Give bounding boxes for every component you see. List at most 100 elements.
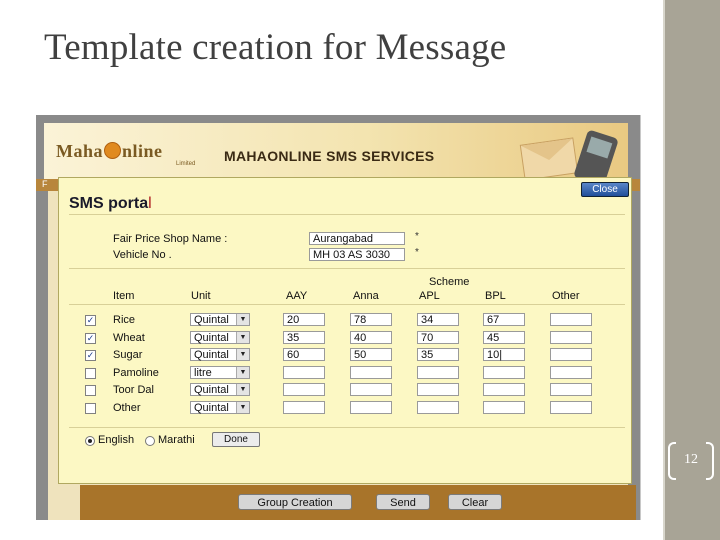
qty-aay-field[interactable]: 35 xyxy=(283,331,325,344)
chevron-down-icon: ▼ xyxy=(236,384,249,395)
qty-anna-field[interactable]: 50 xyxy=(350,348,392,361)
qty-bpl-field[interactable]: 10| xyxy=(483,348,525,361)
row-checkbox[interactable] xyxy=(85,368,96,379)
qty-bpl-field[interactable]: 45 xyxy=(483,331,525,344)
qty-apl-field[interactable]: 35 xyxy=(417,348,459,361)
english-radio[interactable] xyxy=(85,436,95,446)
qty-aay-field[interactable]: 60 xyxy=(283,348,325,361)
close-button[interactable]: Close xyxy=(581,182,629,197)
chevron-down-icon: ▼ xyxy=(236,402,249,413)
qty-bpl-field[interactable]: 67 xyxy=(483,313,525,326)
app-logo: Maha nline xyxy=(56,141,163,161)
vehicle-no-field[interactable]: MH 03 AS 3030 xyxy=(309,248,405,261)
item-name: Other xyxy=(113,402,141,414)
unit-value: Quintal xyxy=(194,349,229,361)
english-label: English xyxy=(98,434,135,446)
col-apl: APL xyxy=(419,290,440,302)
qty-apl-field[interactable]: 34 xyxy=(417,313,459,326)
qty-bpl-field[interactable] xyxy=(483,366,525,379)
title-divider xyxy=(69,214,625,215)
qty-anna-field[interactable] xyxy=(350,401,392,414)
unit-value: Quintal xyxy=(194,314,229,326)
group-creation-button[interactable]: Group Creation xyxy=(238,494,352,510)
col-unit: Unit xyxy=(191,290,211,302)
banner-title: MAHAONLINE SMS SERVICES xyxy=(224,148,435,164)
slide-number-box: 12 xyxy=(666,442,716,480)
unit-select[interactable]: Quintal ▼ xyxy=(190,313,250,326)
header-divider xyxy=(69,304,625,305)
item-name: Wheat xyxy=(113,332,145,344)
chevron-down-icon: ▼ xyxy=(236,314,249,325)
envelope-icon xyxy=(519,137,579,181)
qty-other-field[interactable] xyxy=(550,331,592,344)
item-name: Toor Dal xyxy=(113,384,154,396)
item-name: Rice xyxy=(113,314,136,326)
qty-anna-field[interactable]: 40 xyxy=(350,331,392,344)
unit-select[interactable]: Quintal ▼ xyxy=(190,383,250,396)
chevron-down-icon: ▼ xyxy=(236,349,249,360)
marathi-radio[interactable] xyxy=(145,436,155,446)
marathi-label: Marathi xyxy=(158,434,195,446)
done-button[interactable]: Done xyxy=(212,432,260,447)
send-button[interactable]: Send xyxy=(376,494,430,510)
chevron-down-icon: ▼ xyxy=(236,332,249,343)
unit-select[interactable]: Quintal ▼ xyxy=(190,331,250,344)
unit-select[interactable]: litre ▼ xyxy=(190,366,250,379)
unit-value: litre xyxy=(194,367,212,379)
qty-aay-field[interactable]: 20 xyxy=(283,313,325,326)
qty-other-field[interactable] xyxy=(550,313,592,326)
unit-select[interactable]: Quintal ▼ xyxy=(190,401,250,414)
chevron-down-icon: ▼ xyxy=(236,367,249,378)
qty-bpl-field[interactable] xyxy=(483,383,525,396)
item-name: Sugar xyxy=(113,349,143,361)
unit-value: Quintal xyxy=(194,384,229,396)
row-checkbox[interactable] xyxy=(85,385,96,396)
col-anna: Anna xyxy=(353,290,379,302)
col-other: Other xyxy=(552,290,580,302)
nav-letter: F xyxy=(42,179,48,189)
sms-portal-dialog: Close SMS portal Fair Price Shop Name : … xyxy=(58,177,632,484)
qty-aay-field[interactable] xyxy=(283,401,325,414)
section-divider xyxy=(69,268,625,269)
row-checkbox[interactable]: ✓ xyxy=(85,315,96,326)
slide-number: 12 xyxy=(684,452,698,467)
qty-other-field[interactable] xyxy=(550,348,592,361)
unit-select[interactable]: Quintal ▼ xyxy=(190,348,250,361)
logo-subtitle: Limited xyxy=(176,161,196,167)
required-mark: * xyxy=(415,247,419,258)
unit-value: Quintal xyxy=(194,332,229,344)
logo-sun-icon xyxy=(104,142,121,159)
qty-anna-field[interactable]: 78 xyxy=(350,313,392,326)
embedded-screenshot: Maha nline Limited MAHAONLINE SMS SERVICE… xyxy=(36,115,640,520)
qty-bpl-field[interactable] xyxy=(483,401,525,414)
qty-other-field[interactable] xyxy=(550,383,592,396)
fps-name-label: Fair Price Shop Name : xyxy=(113,233,228,245)
qty-apl-field[interactable] xyxy=(417,366,459,379)
footer-bar xyxy=(80,485,636,520)
col-item: Item xyxy=(113,290,135,302)
unit-value: Quintal xyxy=(194,402,229,414)
qty-aay-field[interactable] xyxy=(283,366,325,379)
qty-apl-field[interactable] xyxy=(417,401,459,414)
col-bpl: BPL xyxy=(485,290,506,302)
fps-name-field[interactable]: Aurangabad xyxy=(309,232,405,245)
qty-anna-field[interactable] xyxy=(350,366,392,379)
clear-button[interactable]: Clear xyxy=(448,494,502,510)
dialog-title: SMS portal xyxy=(69,195,152,212)
app-banner: Maha nline Limited MAHAONLINE SMS SERVICE… xyxy=(44,123,628,187)
qty-apl-field[interactable] xyxy=(417,383,459,396)
row-checkbox[interactable]: ✓ xyxy=(85,333,96,344)
qty-other-field[interactable] xyxy=(550,401,592,414)
item-name: Pamoline xyxy=(113,367,159,379)
qty-other-field[interactable] xyxy=(550,366,592,379)
qty-anna-field[interactable] xyxy=(350,383,392,396)
scheme-label: Scheme xyxy=(429,276,470,288)
row-checkbox[interactable] xyxy=(85,403,96,414)
vehicle-no-label: Vehicle No . xyxy=(113,249,172,261)
slide-title: Template creation for Message xyxy=(44,27,507,68)
qty-apl-field[interactable]: 70 xyxy=(417,331,459,344)
col-aay: AAY xyxy=(286,290,308,302)
footer-divider xyxy=(69,427,625,428)
row-checkbox[interactable]: ✓ xyxy=(85,350,96,361)
qty-aay-field[interactable] xyxy=(283,383,325,396)
